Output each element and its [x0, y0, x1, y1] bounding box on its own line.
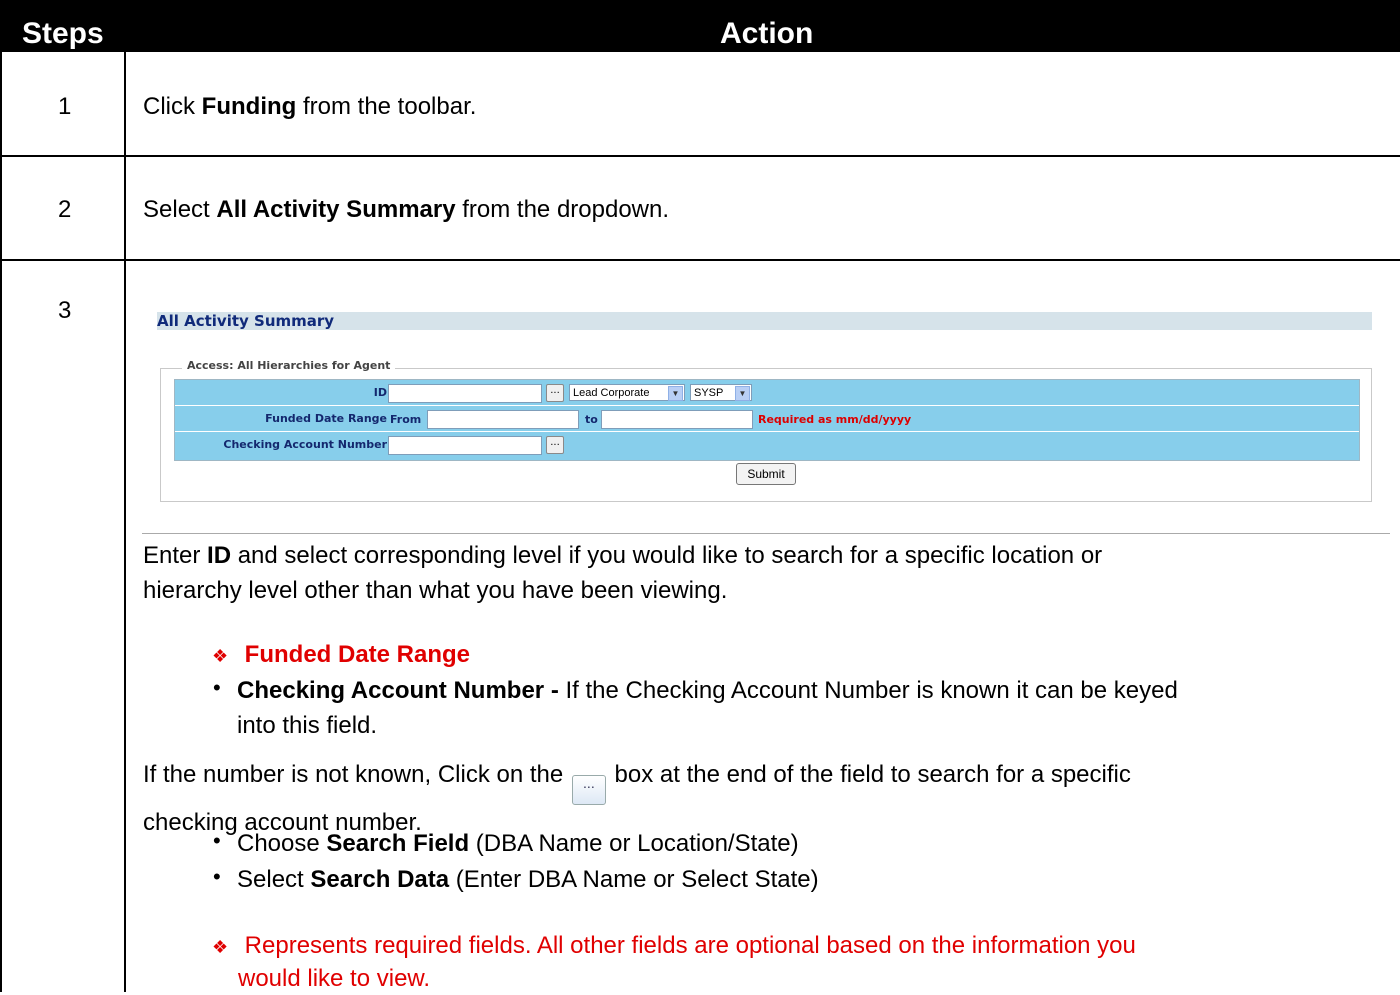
step-1-pre: Click	[143, 93, 202, 120]
enter-bold: ID	[207, 542, 232, 569]
row-divider-1	[0, 155, 1400, 157]
enter-line2: hierarchy level other than what you have…	[143, 577, 728, 604]
sys-select[interactable]: SYSP ▼	[690, 384, 752, 401]
step-number-2: 2	[58, 196, 72, 223]
required-note: ❖ Represents required fields. All other …	[212, 930, 1392, 995]
select-post: (Enter DBA Name or Select State)	[449, 866, 819, 893]
funded-row: Funded Date Range From to Required as mm…	[175, 406, 1359, 432]
access-legend: Access: All Hierarchies for Agent	[182, 359, 396, 372]
step-1-bold: Funding	[201, 93, 297, 120]
funded-label: Funded Date Range	[265, 412, 387, 425]
checking-line2: into this field.	[237, 712, 378, 739]
table-header: Steps Action	[0, 0, 1400, 52]
bullet-icon: •	[213, 675, 221, 700]
step-2-bold: All Activity Summary	[216, 196, 456, 223]
required-hint: Required as mm/dd/yyyy	[758, 413, 912, 426]
submit-button[interactable]: Submit	[736, 463, 796, 485]
req-line1: Represents required fields. All other fi…	[244, 932, 1136, 959]
checking-bold: Checking Account Number -	[237, 677, 566, 704]
bullet-icon: •	[213, 828, 221, 853]
id-lookup-button[interactable]: ...	[546, 384, 564, 402]
checking-row: Checking Account Number ...	[175, 432, 1359, 457]
action-header: Action	[720, 17, 814, 50]
search-form-table: ID ... Lead Corporate ▼ SYSP ▼ Funded Da…	[174, 379, 1360, 461]
if-pre: If the number is not known, Click on the	[143, 761, 570, 788]
steps-header: Steps	[22, 17, 104, 50]
step-1-text: Click Funding from the toolbar.	[143, 93, 476, 121]
step-number-3: 3	[58, 297, 72, 324]
enter-id-paragraph: Enter ID and select corresponding level …	[143, 538, 1393, 608]
diamond-icon: ❖	[212, 646, 229, 666]
step-2-post: from the dropdown.	[455, 196, 670, 223]
chevron-down-icon: ▼	[735, 386, 750, 401]
diamond-icon: ❖	[212, 937, 229, 957]
checking-input[interactable]	[388, 436, 542, 455]
step-1-post: from the toolbar.	[296, 93, 477, 120]
level-select-value: Lead Corporate	[573, 387, 650, 399]
screenshot-title: All Activity Summary	[157, 312, 1372, 330]
separator-line	[142, 533, 1390, 534]
to-label: to	[585, 413, 598, 426]
checking-item: Checking Account Number - If the Checkin…	[237, 673, 1397, 743]
funded-required-item: ❖ Funded Date Range	[212, 637, 1400, 674]
embedded-screenshot: All Activity Summary Access: All Hierarc…	[142, 300, 1382, 510]
left-border	[0, 52, 2, 992]
row-divider-2	[0, 259, 1400, 261]
column-divider	[124, 52, 126, 992]
choose-pre: Choose	[237, 830, 327, 857]
enter-line1: and select corresponding level if you wo…	[231, 542, 1103, 569]
step-2-text: Select All Activity Summary from the dro…	[143, 196, 669, 224]
choose-item: Choose Search Field (DBA Name or Locatio…	[237, 826, 1337, 861]
choose-bold: Search Field	[326, 830, 470, 857]
chevron-down-icon: ▼	[668, 386, 683, 401]
enter-pre: Enter	[143, 542, 208, 569]
step-number-1: 1	[58, 93, 72, 120]
if-post: box at the end of the field to search fo…	[607, 761, 1131, 788]
select-item: Select Search Data (Enter DBA Name or Se…	[237, 862, 1337, 897]
select-bold: Search Data	[310, 866, 450, 893]
ellipsis-button-icon: ...	[571, 775, 606, 805]
id-row: ID ... Lead Corporate ▼ SYSP ▼	[175, 380, 1359, 406]
from-date-input[interactable]	[427, 410, 579, 429]
from-label: From	[390, 413, 422, 426]
sys-select-value: SYSP	[694, 387, 724, 399]
level-select[interactable]: Lead Corporate ▼	[569, 384, 685, 401]
choose-post: (DBA Name or Location/State)	[469, 830, 799, 857]
checking-line1: If the Checking Account Number is known …	[565, 677, 1178, 704]
id-input[interactable]	[388, 384, 542, 403]
checking-label: Checking Account Number	[223, 438, 387, 451]
select-pre: Select	[237, 866, 311, 893]
to-date-input[interactable]	[601, 410, 753, 429]
id-label: ID	[373, 386, 387, 399]
step-2-pre: Select	[143, 196, 217, 223]
req-line2: would like to view.	[238, 965, 431, 992]
funded-bold: Funded Date Range	[244, 641, 471, 668]
checking-lookup-button[interactable]: ...	[546, 436, 564, 454]
bullet-icon: •	[213, 864, 221, 889]
